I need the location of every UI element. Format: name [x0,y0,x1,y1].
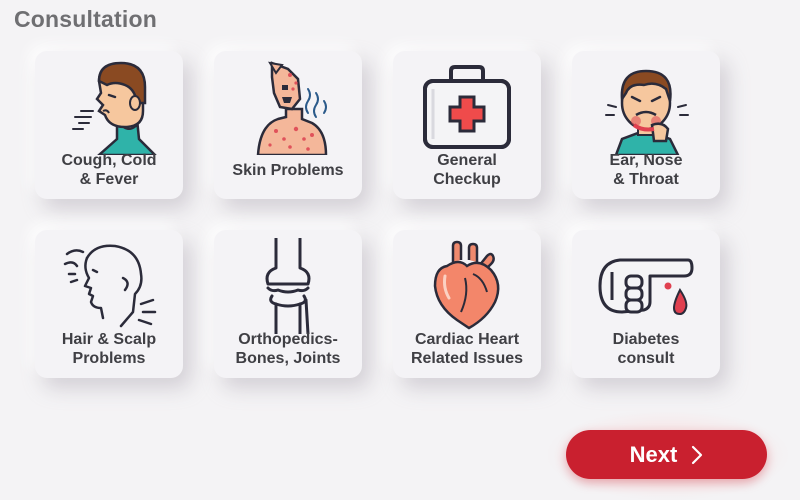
knee-joint-icon [238,238,338,334]
skin-rash-icon [238,59,338,155]
next-button[interactable]: Next [566,430,767,479]
next-button-label: Next [629,441,678,467]
card-label: General Checkup [433,152,501,188]
card-ear-nose-throat[interactable]: Ear, Nose & Throat [572,51,720,199]
sore-throat-person-icon [596,59,696,155]
page-title: Consultation [14,6,157,32]
card-label: Cough, Cold & Fever [61,152,157,188]
card-label: Orthopedics- Bones, Joints [235,331,341,367]
card-orthopedics[interactable]: Orthopedics- Bones, Joints [214,230,362,378]
card-cardiac-heart[interactable]: Cardiac Heart Related Issues [393,230,541,378]
first-aid-kit-icon [417,59,517,155]
card-hair-scalp[interactable]: Hair & Scalp Problems [35,230,183,378]
chevron-right-icon [691,445,703,465]
heart-icon [417,238,517,334]
head-profile-icon [59,238,159,334]
cough-person-icon [59,59,159,155]
card-general-checkup[interactable]: General Checkup [393,51,541,199]
card-label: Diabetes consult [612,331,680,367]
card-label: Cardiac Heart Related Issues [410,331,524,367]
card-label: Skin Problems [232,162,344,179]
card-cough-cold-fever[interactable]: Cough, Cold & Fever [35,51,183,199]
card-skin-problems[interactable]: Skin Problems [214,51,362,199]
card-label: Hair & Scalp Problems [61,331,157,367]
finger-blood-drop-icon [596,238,696,334]
card-label: Ear, Nose & Throat [609,152,683,188]
card-diabetes[interactable]: Diabetes consult [572,230,720,378]
